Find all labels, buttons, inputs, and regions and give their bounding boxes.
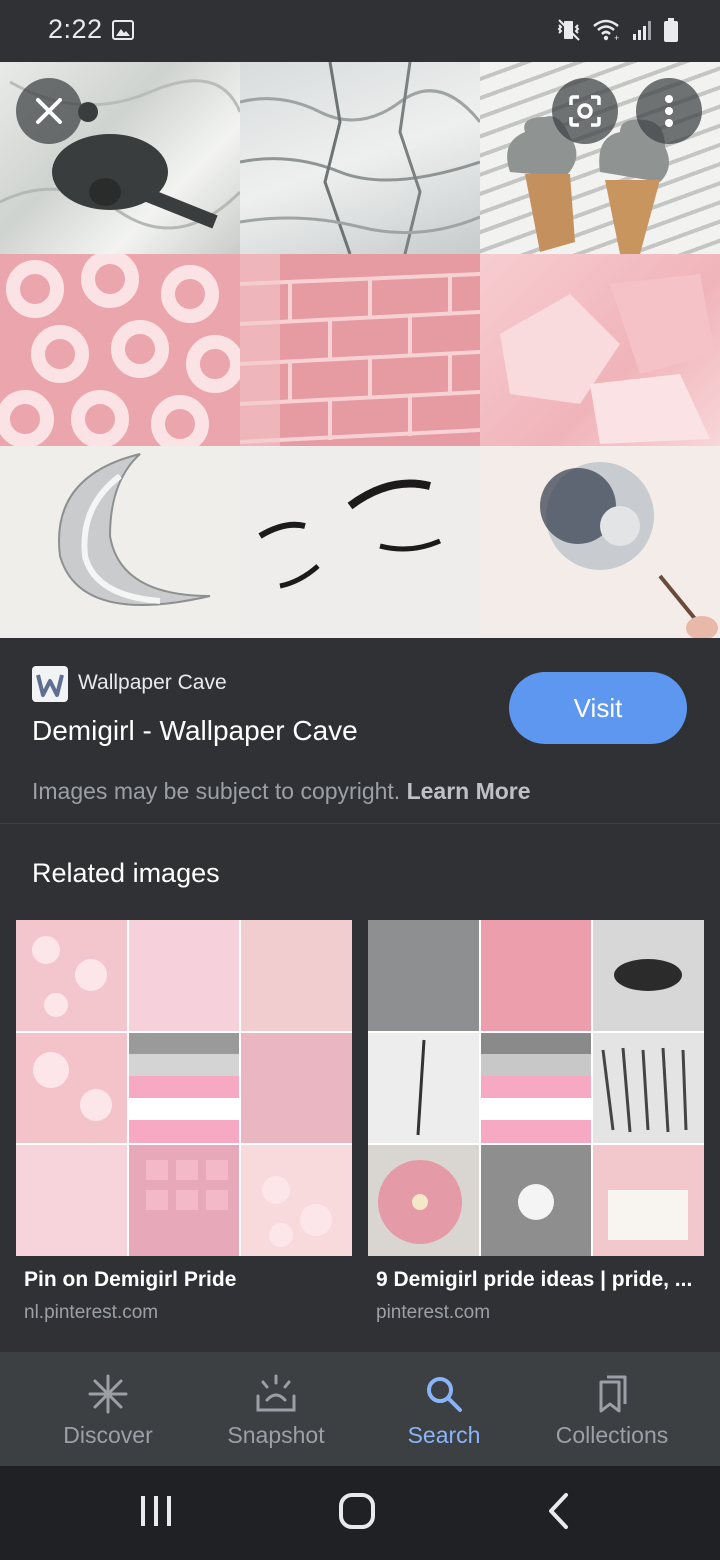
- related-image-domain: nl.pinterest.com: [24, 1302, 159, 1323]
- result-title[interactable]: Demigirl - Wallpaper Cave: [32, 715, 358, 747]
- source-name[interactable]: Wallpaper Cave: [78, 671, 227, 695]
- image-tile: [480, 254, 720, 446]
- nav-label: Collections: [555, 1422, 669, 1448]
- svg-text:+: +: [614, 33, 619, 42]
- related-image-domain: pinterest.com: [376, 1302, 491, 1323]
- nav-label: Snapshot: [227, 1422, 325, 1448]
- hero-image[interactable]: [0, 62, 720, 638]
- nav-search[interactable]: Search: [376, 1352, 512, 1466]
- nav-snapshot[interactable]: Snapshot: [208, 1352, 344, 1466]
- mute-vibrate-icon: [557, 19, 580, 41]
- snapshot-icon: [254, 1372, 298, 1416]
- copyright-text: Images may be subject to copyright.: [32, 778, 401, 804]
- asterisk-icon: [86, 1372, 130, 1416]
- image-tile: [240, 446, 480, 638]
- image-tile: [240, 254, 480, 446]
- search-icon: [422, 1372, 466, 1416]
- lens-icon: [569, 95, 601, 127]
- lens-button[interactable]: [552, 78, 618, 144]
- learn-more-link[interactable]: Learn More: [407, 778, 531, 804]
- image-tile: [240, 62, 480, 254]
- copyright-notice: Images may be subject to copyright. Lear…: [32, 778, 531, 805]
- bottom-navigation: Discover Snapshot Search Collections: [0, 1352, 720, 1466]
- related-images-heading: Related images: [32, 858, 220, 888]
- status-icons: +: [556, 18, 678, 42]
- more-options-button[interactable]: [636, 78, 702, 144]
- wifi-icon: +: [593, 19, 619, 42]
- system-navigation-bar: [0, 1466, 720, 1560]
- visit-button[interactable]: Visit: [509, 672, 687, 744]
- close-button[interactable]: [16, 78, 82, 144]
- more-vertical-icon: [665, 95, 673, 127]
- image-tile: [0, 254, 240, 446]
- image-tile: [480, 446, 720, 638]
- status-bar: 2:22 +: [0, 0, 720, 62]
- nav-label: Discover: [63, 1422, 153, 1448]
- back-icon[interactable]: [546, 1492, 572, 1530]
- close-icon: [36, 98, 62, 124]
- result-card: Wallpaper Cave Demigirl - Wallpaper Cave…: [0, 638, 720, 824]
- related-image-card[interactable]: Pin on Demigirl Pride nl.pinterest.com: [16, 920, 352, 1323]
- home-icon[interactable]: [338, 1492, 376, 1530]
- bookmarks-icon: [590, 1372, 634, 1416]
- recent-apps-icon[interactable]: [138, 1494, 174, 1528]
- nav-discover[interactable]: Discover: [40, 1352, 176, 1466]
- related-image-caption[interactable]: Pin on Demigirl Pride: [24, 1268, 354, 1292]
- nav-collections[interactable]: Collections: [540, 1352, 684, 1466]
- gallery-notification-icon: [112, 20, 134, 40]
- related-image-card[interactable]: 9 Demigirl pride ideas | pride, ... pint…: [368, 920, 704, 1323]
- battery-icon: [664, 18, 678, 42]
- image-tile: [0, 446, 240, 638]
- wallpaper-cave-logo: [32, 666, 68, 702]
- related-image-caption[interactable]: 9 Demigirl pride ideas | pride, ...: [376, 1268, 706, 1292]
- status-time: 2:22: [48, 14, 103, 44]
- nav-label: Search: [407, 1422, 481, 1448]
- signal-icon: [633, 21, 651, 40]
- related-image-thumbnail[interactable]: [368, 920, 704, 1256]
- related-image-thumbnail[interactable]: [16, 920, 352, 1256]
